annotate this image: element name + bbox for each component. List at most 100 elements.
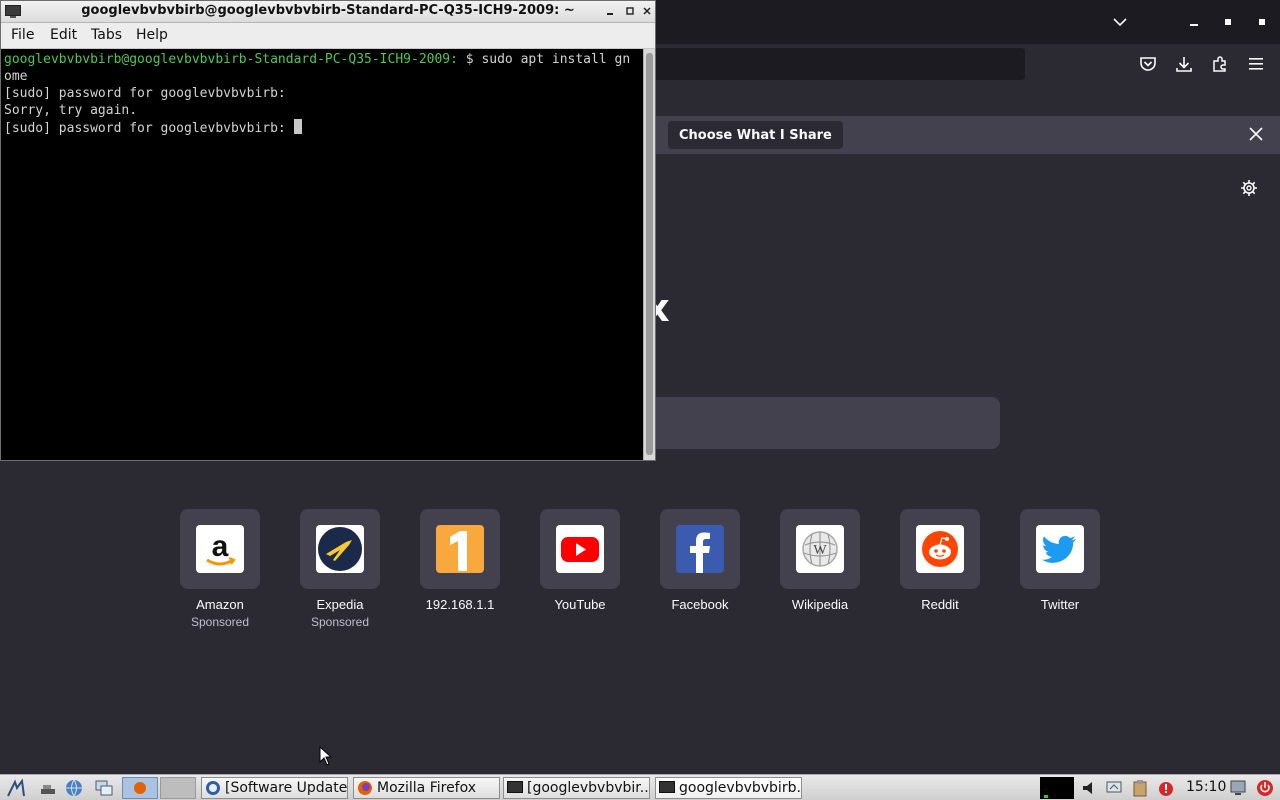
minimize-icon (607, 13, 613, 15)
tile-label: Reddit (921, 597, 959, 612)
tile-box (420, 509, 500, 589)
terminal-scrollbar[interactable] (643, 49, 655, 460)
clipboard-button[interactable] (1130, 778, 1150, 798)
updater-icon (205, 780, 221, 796)
pocket-button[interactable] (1136, 52, 1160, 76)
pocket-icon (1140, 57, 1156, 71)
tile-label: Facebook (671, 597, 729, 612)
shortcut-twitter[interactable]: Twitter (1000, 509, 1120, 639)
hamburger-icon (1249, 58, 1263, 70)
tile-sponsored: Sponsored (310, 615, 370, 629)
gear-icon (1241, 180, 1257, 196)
text-cursor (293, 119, 302, 134)
volume-button[interactable] (1080, 778, 1100, 798)
terminal-icon (507, 780, 523, 796)
close-button[interactable] (640, 4, 654, 18)
task-terminal-1[interactable]: [googlevbvbvbir... (503, 777, 650, 799)
clock[interactable]: 15:10 (1186, 779, 1226, 795)
wikipedia-icon: W (796, 525, 844, 573)
app-menu-button[interactable] (1244, 52, 1268, 76)
task-label: googlevbvbvbirb... (679, 780, 802, 796)
cpu-monitor (1040, 777, 1074, 799)
update-notifier[interactable] (1156, 778, 1176, 798)
task-label: Mozilla Firefox (377, 780, 477, 796)
list-all-tabs-button[interactable] (1108, 10, 1132, 34)
sudo-password-prompt: [sudo] password for googlevbvbvbirb: (4, 86, 286, 101)
close-icon (1249, 127, 1263, 141)
sudo-password-prompt: [sudo] password for googlevbvbvbirb: (4, 121, 294, 136)
cpu-graph-icon (1044, 795, 1048, 798)
command-text: sudo apt install gn (481, 52, 631, 67)
workspace-1[interactable] (122, 777, 158, 799)
shortcut-facebook[interactable]: Facebook (640, 509, 760, 639)
scrollbar-thumb[interactable] (646, 53, 653, 455)
monitor-lock-icon (1230, 780, 1246, 795)
shortcut-wikipedia[interactable]: W Wikipedia (760, 509, 880, 639)
shortcut-expedia[interactable]: Expedia Sponsored (280, 509, 400, 639)
tile-box: a (180, 509, 260, 589)
expedia-icon (316, 525, 364, 573)
tile-label: 192.168.1.1 (425, 597, 495, 612)
logout-button[interactable] (1255, 778, 1275, 798)
maximize-button[interactable] (1216, 10, 1240, 34)
prompt-user-host: googlevbvbvbirb@googlevbvbvbirb-Standard… (4, 52, 458, 67)
task-software-updater[interactable]: [Software Updater] (201, 777, 348, 799)
lxde-logo-icon (7, 778, 25, 797)
tile-box (540, 509, 620, 589)
downloads-button[interactable] (1172, 52, 1196, 76)
puzzle-icon (1213, 56, 1226, 72)
terminal-menu-bar: File Edit Tabs Help (1, 23, 655, 49)
show-desktop-button[interactable] (38, 778, 58, 798)
extensions-button[interactable] (1208, 52, 1232, 76)
browser-launcher[interactable] (64, 778, 84, 798)
menu-help[interactable]: Help (136, 27, 168, 43)
shortcut-192-168-1-1[interactable]: 192.168.1.1 (400, 509, 520, 639)
tile-label: Wikipedia (791, 597, 849, 612)
workspace-2[interactable] (160, 777, 196, 799)
close-button[interactable] (1250, 10, 1274, 34)
mouse-pointer-icon (319, 746, 333, 766)
tile-box (900, 509, 980, 589)
start-menu-button[interactable] (6, 778, 26, 798)
tile-sponsored: Sponsored (190, 615, 250, 629)
url-bar[interactable] (600, 48, 1025, 80)
shortcut-amazon[interactable]: a Amazon Sponsored (160, 509, 280, 639)
task-label: [Software Updater] (225, 780, 348, 796)
minimize-icon (1190, 24, 1198, 26)
notification-close-button[interactable] (1244, 122, 1268, 146)
terminal-title-bar[interactable]: googlevbvbvbirb@googlevbvbvbirb-Standard… (1, 1, 655, 23)
shortcut-youtube[interactable]: YouTube (520, 509, 640, 639)
globe-icon (66, 779, 82, 797)
update-alert-icon (1159, 782, 1173, 796)
tile-box: W (780, 509, 860, 589)
power-icon (1257, 780, 1273, 796)
window-switch-button[interactable] (94, 778, 114, 798)
amazon-icon: a (196, 525, 244, 573)
terminal-window[interactable]: googlevbvbvbirb@googlevbvbvbirb-Standard… (0, 0, 656, 461)
maximize-button[interactable] (623, 4, 637, 18)
minimize-button[interactable] (1182, 10, 1206, 34)
network-button[interactable] (1104, 778, 1124, 798)
choose-what-i-share-button[interactable]: Choose What I Share (668, 121, 843, 149)
menu-tabs[interactable]: Tabs (91, 27, 122, 43)
svg-text:a: a (212, 530, 229, 563)
terminal-output[interactable]: googlevbvbvbirb@googlevbvbvbirb-Standard… (1, 49, 643, 460)
task-terminal-2[interactable]: googlevbvbvbirb... (655, 777, 802, 799)
task-mozilla-firefox[interactable]: Mozilla Firefox (353, 777, 500, 799)
newtab-settings-button[interactable] (1237, 176, 1261, 200)
prompt-symbol: $ (457, 52, 482, 67)
menu-file[interactable]: File (11, 27, 34, 43)
maximize-icon (1225, 19, 1231, 25)
desktop-icon (41, 785, 55, 794)
command-text-wrap: ome (4, 69, 28, 84)
tile-box (300, 509, 380, 589)
lock-screen-button[interactable] (1228, 778, 1248, 798)
speaker-icon (1083, 782, 1092, 794)
minimize-button[interactable] (603, 4, 617, 18)
terminal-icon (659, 780, 675, 796)
shortcut-reddit[interactable]: Reddit (880, 509, 1000, 639)
twitter-icon (1036, 525, 1084, 573)
menu-edit[interactable]: Edit (50, 27, 77, 43)
tile-box (660, 509, 740, 589)
network-icon (1106, 781, 1122, 793)
